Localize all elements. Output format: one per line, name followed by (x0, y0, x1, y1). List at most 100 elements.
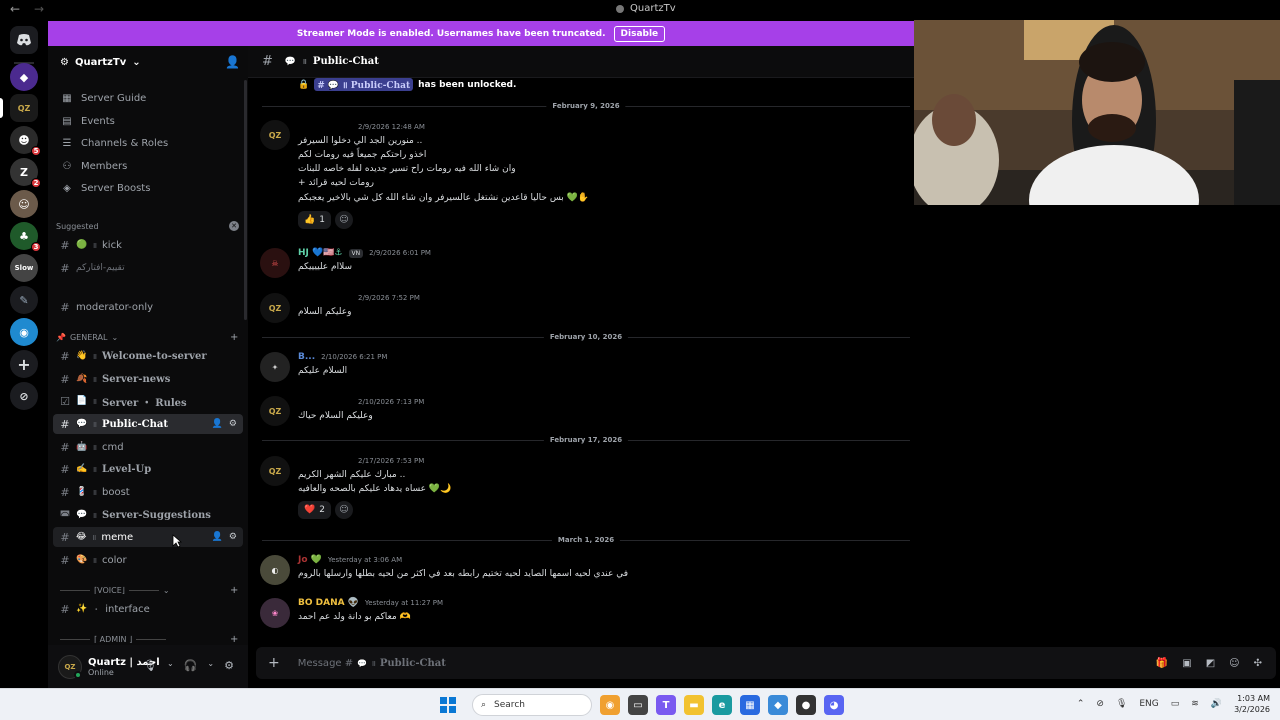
channel-color[interactable]: # 🎨 ॥ color (53, 550, 243, 570)
add-server-icon[interactable]: + (10, 350, 38, 378)
teams-icon[interactable]: T (656, 695, 676, 715)
message-author[interactable]: Jo 💚 (298, 555, 322, 565)
microphone-tray-icon[interactable]: 🎙 (1116, 699, 1127, 709)
reaction-heart[interactable]: ❤️ 2 (298, 501, 331, 519)
server-icon-6[interactable]: ♣ 3 (10, 222, 41, 252)
windows-start-icon[interactable] (440, 697, 456, 713)
settings-gear-icon[interactable]: ⚙ (229, 532, 237, 542)
server-icon-3[interactable]: ☻ 5 (10, 126, 41, 156)
obs-icon[interactable]: ● (796, 695, 816, 715)
avatar[interactable]: QZ (58, 654, 82, 679)
chevron-down-icon[interactable]: ⌄ (207, 659, 214, 672)
remote-desktop-icon[interactable]: ◆ (768, 695, 788, 715)
category-voice[interactable]: ⌈VOICE⌋ ⌄ + (60, 585, 240, 596)
discord-home-icon[interactable] (10, 26, 38, 54)
server-icon-5[interactable]: ☺ (10, 190, 38, 218)
user-settings-gear-icon[interactable]: ⚙ (224, 659, 234, 672)
channel-welcome[interactable]: # 👋 ॥ Welcome-to-server (53, 346, 243, 366)
discover-icon[interactable]: ⊘ (10, 382, 38, 410)
task-view-icon[interactable]: ▭ (628, 695, 648, 715)
message-author[interactable]: HJ 💙🇺🇸⚓ (298, 248, 343, 258)
server-icon-quartztv[interactable]: QZ (10, 94, 38, 122)
invite-people-icon[interactable]: 👤 (225, 55, 240, 69)
avatar[interactable]: ☠ (260, 248, 290, 278)
nav-channels-roles[interactable]: ☰ Channels & Roles (56, 133, 242, 153)
message-author[interactable]: B... (298, 352, 315, 362)
chevron-up-icon[interactable]: ⌃ (1077, 699, 1085, 709)
upload-plus-icon[interactable]: + (268, 655, 280, 671)
server-icon-1[interactable]: ◆ (10, 63, 38, 91)
emoji-icon[interactable]: ☺ (1229, 658, 1239, 669)
nav-members[interactable]: ⚇ Members (56, 156, 242, 176)
clock[interactable]: 1:03 AM 3/2/2026 (1234, 693, 1270, 715)
channel-level-up[interactable]: # ✍️ ॥ Level-Up (53, 459, 243, 479)
gif-icon[interactable]: ▣ (1182, 658, 1191, 669)
add-channel-icon[interactable]: + (230, 332, 238, 343)
message-author[interactable]: BO DANA 👽 (298, 598, 359, 608)
channel-moderator-only[interactable]: # moderator-only (53, 297, 243, 317)
avatar[interactable]: ◐ (260, 555, 290, 585)
nav-server-boosts[interactable]: ◈ Server Boosts (56, 178, 242, 198)
avatar[interactable]: QZ (260, 120, 290, 150)
add-channel-icon[interactable]: + (230, 634, 238, 645)
channel-server-suggestions[interactable]: ◚ 💬 ॥ Server-Suggestions (53, 505, 243, 525)
edge-icon[interactable]: e (712, 695, 732, 715)
date-divider: February 17, 2026 (262, 436, 910, 444)
sticker-icon[interactable]: ◩ (1206, 658, 1215, 669)
discord-taskbar-icon[interactable]: ◕ (824, 695, 844, 715)
nav-events[interactable]: ▤ Events (56, 111, 242, 131)
language-indicator[interactable]: ENG (1139, 699, 1158, 709)
avatar[interactable]: QZ (260, 396, 290, 426)
channel-server-news[interactable]: # 🍂 ॥ Server-news (53, 369, 243, 389)
sidebar-scrollbar[interactable] (244, 80, 247, 320)
channel-meme[interactable]: # 😂 ॥ meme 👤 ⚙ (53, 527, 243, 547)
category-general[interactable]: 📌 GENERAL ⌄ + (56, 332, 238, 343)
invite-icon[interactable]: 👤 (212, 419, 223, 429)
file-explorer-icon[interactable]: ▬ (684, 695, 704, 715)
add-reaction-icon[interactable]: ☺ (334, 501, 353, 519)
avatar[interactable]: QZ (260, 456, 290, 486)
store-icon[interactable]: ▦ (740, 695, 760, 715)
avatar[interactable]: ✦ (260, 352, 290, 382)
network-icon[interactable]: ⊘ (1096, 699, 1104, 709)
category-admin[interactable]: ⌈ ADMIN ⌋ + (60, 634, 240, 645)
disable-button[interactable]: Disable (613, 25, 666, 42)
channel-name: color (102, 554, 127, 566)
back-arrow-icon[interactable]: ← (10, 2, 20, 16)
server-icon-9[interactable]: ◉ (10, 318, 38, 346)
avatar[interactable]: QZ (260, 293, 290, 323)
widgets-icon[interactable]: ◉ (600, 695, 620, 715)
server-icon-4[interactable]: Z2 (10, 158, 41, 188)
server-icon-7[interactable]: Slow (10, 254, 38, 282)
user-panel: QZ Quartz | احمد Online 🎙 ⌄ 🎧 ⌄ ⚙ (48, 645, 248, 688)
avatar[interactable]: ❀ (260, 598, 290, 628)
microphone-icon[interactable]: 🎙 (143, 659, 157, 672)
chevron-down-icon[interactable]: ⌄ (167, 659, 174, 672)
wifi-icon[interactable]: ≋ (1191, 699, 1199, 709)
channel-cmd[interactable]: # 🤖 ॥ cmd (53, 437, 243, 457)
channel-server-rules[interactable]: ☑ 📄 ॥ Server ・ Rules (53, 391, 243, 411)
channel-public-chat[interactable]: # 💬 ॥ Public-Chat 👤 ⚙ (53, 414, 243, 434)
reaction-thumbs-up[interactable]: 👍 1 (298, 211, 331, 229)
server-icon-8[interactable]: ✎ (10, 286, 38, 314)
apps-icon[interactable]: ✣ (1254, 658, 1262, 669)
add-channel-icon[interactable]: + (230, 585, 238, 596)
message-composer[interactable]: + Message # 💬 ॥ Public-Chat 🎁 ▣ ◩ ☺ ✣ (256, 647, 1276, 679)
taskbar-search[interactable]: ⌕ Search (472, 694, 592, 716)
settings-gear-icon[interactable]: ⚙ (229, 419, 237, 429)
channel-boost[interactable]: # 💈 ॥ boost (53, 482, 243, 502)
server-header[interactable]: ⚙ QuartzTv ⌄ 👤 (48, 46, 248, 78)
nav-server-guide[interactable]: ▦ Server Guide (56, 88, 242, 108)
forward-arrow-icon[interactable]: → (34, 2, 44, 16)
add-reaction-icon[interactable]: ☺ (334, 211, 353, 229)
invite-icon[interactable]: 👤 (212, 532, 223, 542)
volume-icon[interactable]: 🔊 (1211, 699, 1222, 709)
dismiss-suggested-icon[interactable]: ✕ (229, 221, 239, 231)
channel-mention[interactable]: # 💬 ॥ Public-Chat (314, 78, 414, 91)
headphones-icon[interactable]: 🎧 (184, 659, 198, 672)
gift-icon[interactable]: 🎁 (1156, 658, 1168, 669)
channel-rate-avatars[interactable]: # تقييم-افتاركم (53, 258, 243, 278)
display-icon[interactable]: ▭ (1171, 699, 1180, 709)
channel-kick[interactable]: # 🟢 ॥ kick (53, 235, 243, 255)
channel-interface[interactable]: # ✨ ・ interface (53, 599, 243, 619)
